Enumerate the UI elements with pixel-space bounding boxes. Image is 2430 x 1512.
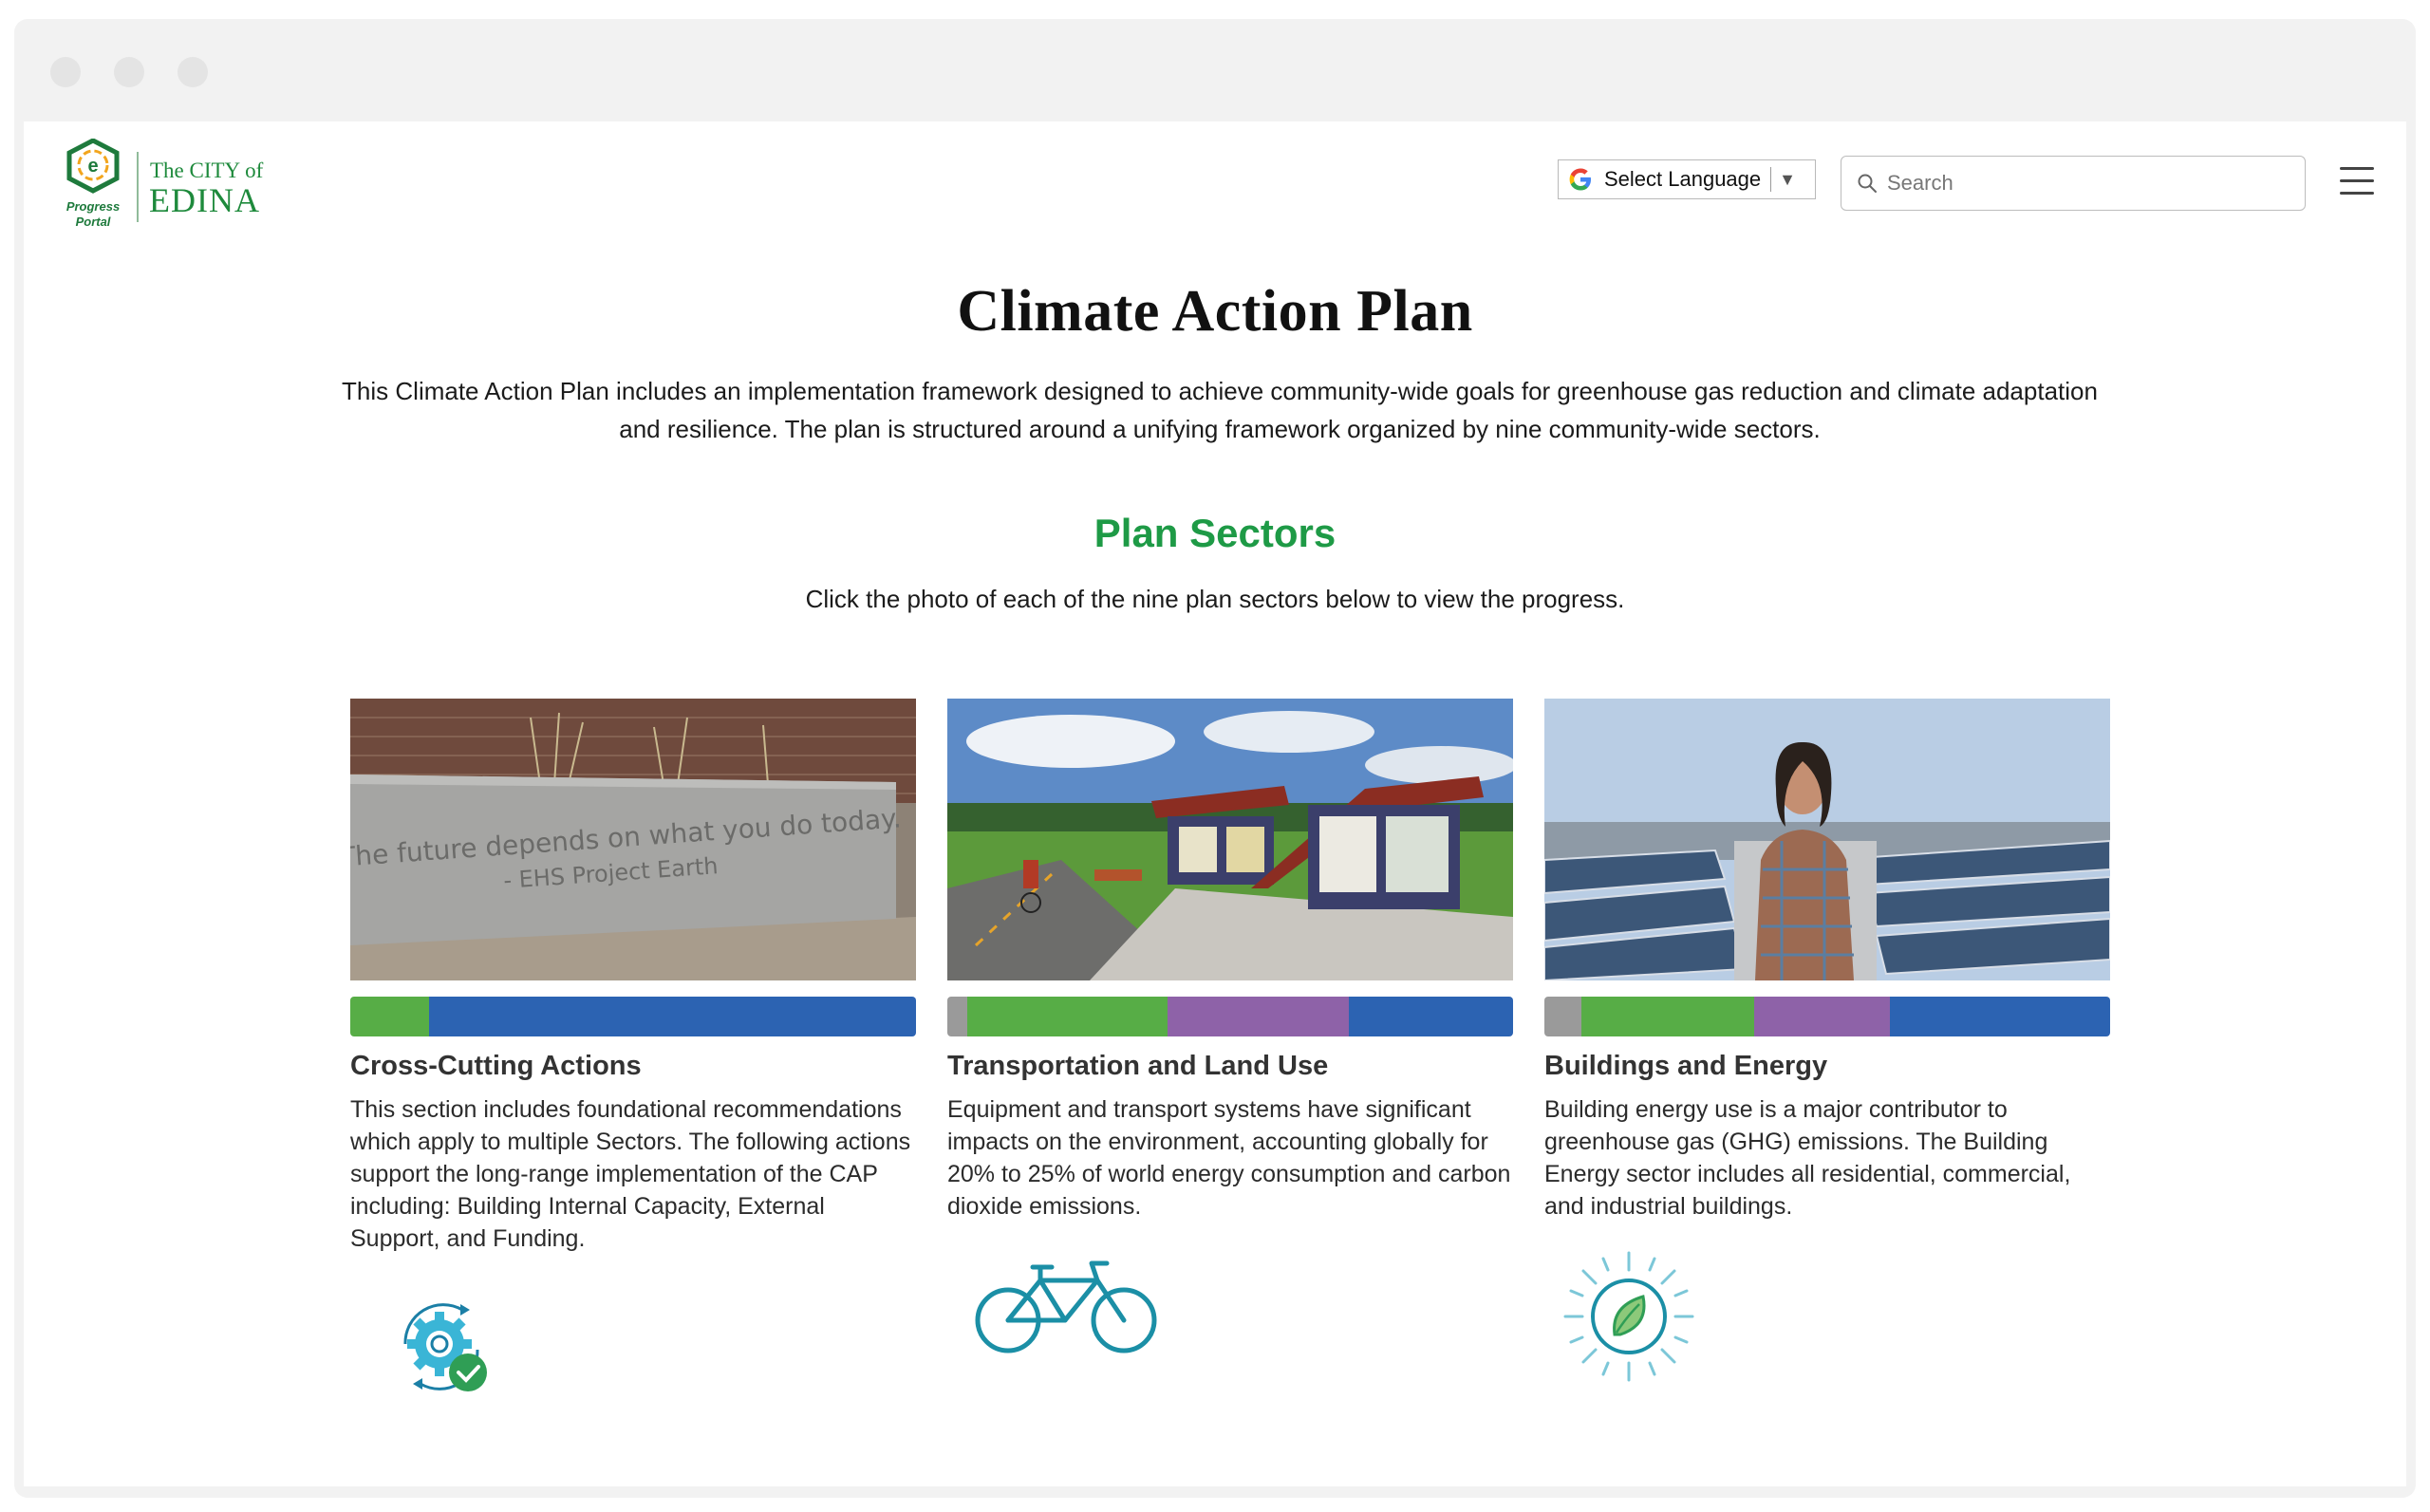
progress-segment-blue bbox=[1349, 997, 1513, 1036]
search-icon bbox=[1858, 174, 1877, 193]
sector-description: Building energy use is a major contribut… bbox=[1544, 1096, 2071, 1220]
language-select-separator bbox=[1770, 167, 1772, 192]
logo-city-line2: EDINA bbox=[149, 181, 260, 219]
gear-check-icon bbox=[403, 1303, 487, 1391]
sector-photo-cross-cutting[interactable]: The future depends on what you do today.… bbox=[350, 699, 916, 980]
window-titlebar bbox=[14, 19, 2416, 121]
leaf-sun-icon bbox=[1563, 1251, 1694, 1382]
sector-name[interactable]: Buildings and Energy bbox=[1544, 1051, 2110, 1082]
dropdown-arrow-icon: ▼ bbox=[1779, 169, 1796, 189]
progress-segment-purple bbox=[1168, 997, 1350, 1036]
progress-segment-gray bbox=[1544, 997, 1581, 1036]
sector-description: This section includes foundational recom… bbox=[350, 1096, 911, 1252]
window-close-dot[interactable] bbox=[50, 57, 81, 87]
logo-e-letter: e bbox=[87, 156, 98, 177]
progress-segment-blue bbox=[429, 997, 916, 1036]
window-minimize-dot[interactable] bbox=[114, 57, 144, 87]
logo-city-line1: The CITY of bbox=[150, 159, 264, 182]
google-g-icon bbox=[1569, 168, 1591, 191]
bicycle-icon bbox=[975, 1260, 1157, 1353]
sector-description: Equipment and transport systems have sig… bbox=[947, 1096, 1511, 1220]
section-title: Plan Sectors bbox=[1094, 511, 1336, 555]
language-select-label: Select Language bbox=[1604, 167, 1762, 191]
sector-progress-bar bbox=[1544, 997, 2110, 1036]
progress-segment-blue bbox=[1889, 997, 2110, 1036]
sector-card-cross-cutting: The future depends on what you do today.… bbox=[350, 699, 916, 1391]
sector-name[interactable]: Cross-Cutting Actions bbox=[350, 1051, 916, 1082]
search-input[interactable] bbox=[1887, 171, 2286, 196]
page-title: Climate Action Plan bbox=[957, 279, 1473, 344]
progress-segment-green bbox=[350, 997, 430, 1036]
progress-segment-green bbox=[1580, 997, 1754, 1036]
page-content: e Progress Portal The CITY of EDINA Sele… bbox=[24, 121, 2406, 1486]
sector-name[interactable]: Transportation and Land Use bbox=[947, 1051, 1513, 1082]
progress-segment-purple bbox=[1753, 997, 1890, 1036]
sector-card-buildings: Buildings and Energy Building energy use… bbox=[1544, 699, 2110, 1382]
search-field[interactable] bbox=[1841, 156, 2306, 211]
language-select[interactable]: Select Language ▼ bbox=[1558, 159, 1816, 199]
hamburger-icon bbox=[2340, 167, 2374, 170]
progress-segment-gray bbox=[947, 997, 967, 1036]
hamburger-icon bbox=[2340, 192, 2374, 195]
sector-progress-bar bbox=[947, 997, 1513, 1036]
window-maximize-dot[interactable] bbox=[178, 57, 208, 87]
sector-progress-bar bbox=[350, 997, 916, 1036]
progress-segment-green bbox=[966, 997, 1168, 1036]
sector-photo-buildings[interactable] bbox=[1544, 699, 2110, 980]
hamburger-icon bbox=[2340, 179, 2374, 182]
logo-badge-text-2: Portal bbox=[76, 215, 111, 229]
logo-badge-text-1: Progress bbox=[66, 199, 120, 214]
hamburger-menu-button[interactable] bbox=[2340, 167, 2374, 197]
sector-card-transportation: Transportation and Land Use Equipment an… bbox=[947, 699, 1513, 1353]
sector-photo-transportation[interactable] bbox=[947, 699, 1513, 980]
browser-window: e Progress Portal The CITY of EDINA Sele… bbox=[14, 19, 2416, 1498]
city-logo[interactable]: e Progress Portal The CITY of EDINA bbox=[60, 139, 297, 243]
intro-text: This Climate Action Plan includes an imp… bbox=[342, 377, 2098, 443]
section-subtitle: Click the photo of each of the nine plan… bbox=[805, 585, 1625, 613]
